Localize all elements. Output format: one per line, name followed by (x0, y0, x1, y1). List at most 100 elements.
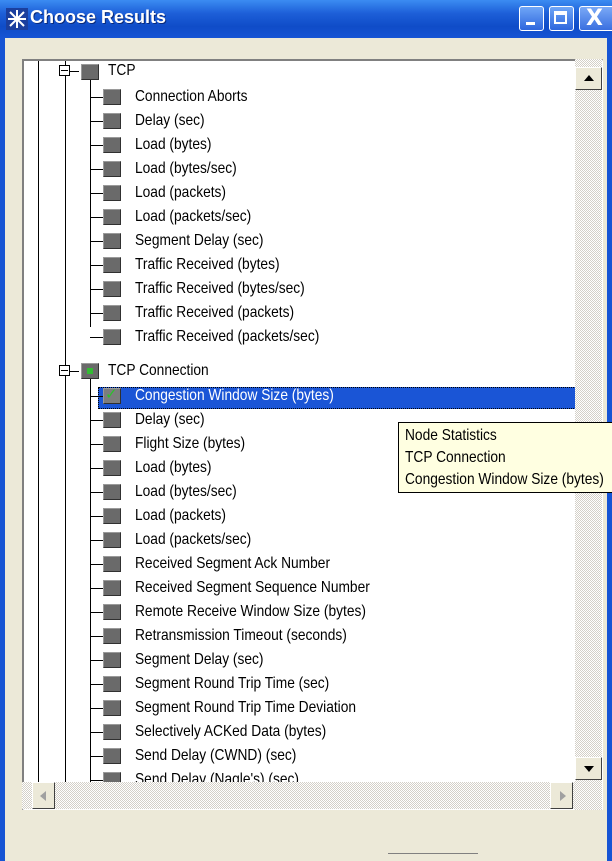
results-star-icon (6, 8, 28, 30)
tooltip-line: Congestion Window Size (bytes) (405, 471, 604, 488)
horizontal-scrollbar[interactable] (22, 782, 575, 809)
statistic-item[interactable]: Delay (sec) (135, 410, 205, 430)
statistic-item[interactable]: Load (bytes) (135, 135, 211, 155)
tree-line (90, 492, 104, 493)
statistic-checkbox[interactable] (103, 412, 121, 428)
tooltip: Node Statistics TCP Connection Congestio… (398, 422, 612, 493)
tree-line (90, 540, 104, 541)
tree-line (38, 61, 39, 809)
statistic-item[interactable]: Delay (sec) (135, 111, 205, 131)
tree-line (90, 708, 104, 709)
statistic-item[interactable]: Received Segment Ack Number (135, 554, 330, 574)
statistic-checkbox[interactable] (103, 305, 121, 321)
statistic-item[interactable]: Traffic Received (bytes/sec) (135, 279, 305, 299)
statistic-item[interactable]: Load (bytes/sec) (135, 482, 237, 502)
statistic-item[interactable]: Flight Size (bytes) (135, 434, 245, 454)
statistic-item[interactable]: Segment Round Trip Time Deviation (135, 698, 356, 718)
close-button[interactable]: X (579, 6, 612, 31)
statistic-item[interactable]: Traffic Received (bytes) (135, 255, 280, 275)
statistic-checkbox[interactable] (103, 233, 121, 249)
window-title: Choose Results (30, 7, 167, 27)
statistic-checkbox[interactable] (103, 484, 121, 500)
statistic-item[interactable]: Congestion Window Size (bytes) (135, 386, 334, 406)
tree-line (90, 289, 104, 290)
statistic-checkbox[interactable] (103, 628, 121, 644)
tree-line (90, 97, 104, 98)
statistic-checkbox[interactable] (103, 508, 121, 524)
statistic-item[interactable]: Remote Receive Window Size (bytes) (135, 602, 366, 622)
tree-line (90, 396, 104, 397)
statistic-checkbox[interactable] (103, 532, 121, 548)
tree-line (90, 468, 104, 469)
tree-line (90, 217, 104, 218)
tree-line (90, 660, 104, 661)
tree-line (65, 61, 66, 809)
statistic-checkbox[interactable] (103, 748, 121, 764)
statistic-checkbox[interactable] (103, 385, 121, 404)
statistic-item[interactable]: Send Delay (CWND) (sec) (135, 746, 296, 766)
tree-line (90, 756, 104, 757)
tree-line (90, 313, 104, 314)
collapse-tcp-connection-icon[interactable] (59, 365, 70, 376)
divider (388, 853, 478, 854)
statistic-checkbox[interactable] (103, 556, 121, 572)
scroll-right-button[interactable] (550, 782, 573, 809)
statistic-item[interactable]: Load (packets/sec) (135, 530, 251, 550)
tree-line (90, 145, 104, 146)
statistic-checkbox[interactable] (103, 652, 121, 668)
statistic-item[interactable]: Load (packets) (135, 506, 226, 526)
tree-line (90, 169, 104, 170)
statistic-checkbox[interactable] (103, 676, 121, 692)
tree-line (90, 193, 104, 194)
title-bar[interactable]: Choose Results X (0, 0, 612, 38)
minimize-button[interactable] (519, 6, 544, 31)
tree-line (90, 564, 104, 565)
statistic-checkbox[interactable] (103, 460, 121, 476)
statistic-checkbox[interactable] (103, 700, 121, 716)
tree-line (90, 241, 104, 242)
tree-line (90, 780, 104, 781)
statistic-item[interactable]: Load (packets/sec) (135, 207, 251, 227)
group-label-tcp: TCP (108, 62, 136, 79)
statistic-checkbox[interactable] (103, 724, 121, 740)
statistic-checkbox[interactable] (103, 604, 121, 620)
tree-line (90, 121, 104, 122)
scroll-up-button[interactable] (575, 67, 602, 90)
maximize-button[interactable] (549, 6, 574, 31)
statistic-item[interactable]: Load (bytes/sec) (135, 159, 237, 179)
statistic-item[interactable]: Segment Delay (sec) (135, 231, 263, 251)
tcp-connection-checkbox[interactable] (81, 363, 99, 379)
tree-line (90, 588, 104, 589)
scroll-left-button[interactable] (32, 782, 55, 809)
statistic-checkbox[interactable] (103, 113, 121, 129)
statistic-item[interactable]: Connection Aborts (135, 87, 247, 107)
arrow-left-icon (40, 791, 46, 801)
arrow-right-icon (560, 791, 566, 801)
statistic-item[interactable]: Segment Delay (sec) (135, 650, 263, 670)
statistic-item[interactable]: Traffic Received (packets) (135, 303, 294, 323)
statistic-checkbox[interactable] (103, 89, 121, 105)
statistic-checkbox[interactable] (103, 209, 121, 225)
collapse-tcp-icon[interactable] (59, 65, 70, 76)
statistic-checkbox[interactable] (103, 436, 121, 452)
statistic-item[interactable]: Load (bytes) (135, 458, 211, 478)
tree-line (90, 516, 104, 517)
statistic-checkbox[interactable] (103, 257, 121, 273)
statistic-checkbox[interactable] (103, 329, 121, 345)
statistic-checkbox[interactable] (103, 580, 121, 596)
statistic-item[interactable]: Retransmission Timeout (seconds) (135, 626, 347, 646)
tcp-checkbox[interactable] (81, 64, 99, 80)
statistic-item[interactable]: Load (packets) (135, 183, 226, 203)
close-icon: X (586, 6, 603, 31)
statistic-item[interactable]: Segment Round Trip Time (sec) (135, 674, 329, 694)
statistic-item[interactable]: Received Segment Sequence Number (135, 578, 370, 598)
statistic-item[interactable]: Selectively ACKed Data (bytes) (135, 722, 326, 742)
statistic-item[interactable]: Traffic Received (packets/sec) (135, 327, 319, 347)
tree-line (90, 265, 104, 266)
statistic-checkbox[interactable] (103, 185, 121, 201)
tree-line (90, 612, 104, 613)
statistic-checkbox[interactable] (103, 137, 121, 153)
scroll-down-button[interactable] (575, 757, 602, 780)
statistic-checkbox[interactable] (103, 281, 121, 297)
statistic-checkbox[interactable] (103, 161, 121, 177)
